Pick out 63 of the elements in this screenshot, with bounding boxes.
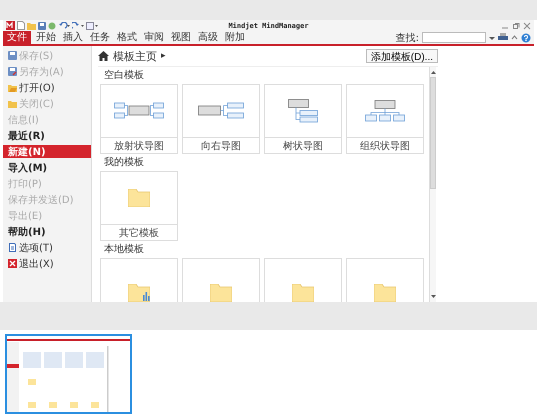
card-label: 向右导图 [183,137,259,153]
card-label: 放射状导图 [101,137,177,153]
folder-icon [128,284,150,302]
template-card[interactable]: 向右导图 [182,84,260,154]
scroll-thumb[interactable] [430,77,436,189]
menu-tab[interactable]: 视图 [169,31,193,44]
collapse-ribbon-icon[interactable] [511,34,518,41]
customize-icon[interactable] [86,22,98,30]
sidebar-item[interactable]: 帮助(H) [3,225,91,238]
sidebar-item[interactable]: 最近(R) [3,129,91,142]
menu-tab[interactable]: 审阅 [142,31,166,44]
breadcrumb-link[interactable]: 模板主页 [113,48,157,64]
restore-icon[interactable] [512,22,520,30]
menu-tab[interactable]: 文件 [3,31,31,44]
section-title: 空白模板 [104,70,145,82]
help-icon[interactable] [521,32,531,42]
menu-tab[interactable]: 任务 [88,31,112,44]
scroll-down-icon[interactable] [430,295,436,299]
scrollbar[interactable] [429,67,436,302]
card-label: 其它模板 [101,224,177,240]
menu-tab[interactable]: 格式 [115,31,139,44]
right-map-icon [198,101,244,121]
add-template-button[interactable]: 添加模板(D)... [366,49,438,63]
folder-icon [8,83,17,92]
scroll-up-icon[interactable] [430,70,436,74]
new-document-icon[interactable] [17,21,25,30]
exit-icon [8,259,17,268]
section-title: 我的模板 [104,157,145,169]
document-icon [8,243,17,252]
template-card[interactable]: 树状导图 [264,84,342,154]
close-icon[interactable] [523,22,532,30]
breadcrumb-arrow[interactable]: ▸ [161,51,166,61]
sidebar-item[interactable]: 退出(X) [3,257,91,270]
section-title: 本地模板 [104,244,145,256]
sidebar-item[interactable]: 新建(N) [3,145,91,158]
card-label: 树状导图 [265,137,341,153]
save-icon [8,51,17,60]
home-icon[interactable] [98,51,109,61]
folder-icon [8,99,17,108]
search-field[interactable] [422,32,486,43]
folder-icon [128,189,150,207]
undo-icon[interactable] [58,22,70,30]
dropdown-arrow-icon[interactable] [489,34,495,40]
sidebar-item[interactable]: 选项(T) [3,241,91,254]
sidebar-item[interactable]: 打开(O) [3,81,91,94]
menu-tab[interactable]: 开始 [34,31,58,44]
template-card[interactable]: 组织状导图 [346,84,424,154]
tree-map-icon [288,99,318,123]
redo-icon[interactable] [72,22,84,30]
template-card[interactable]: 放射状导图 [100,84,178,154]
app-logo-icon[interactable] [6,21,15,30]
sidebar-item[interactable]: 导入(M) [3,161,91,174]
search-label: 查找: [396,32,419,44]
save-icon [8,67,17,76]
printer-icon[interactable] [498,33,508,42]
org-chart-icon [365,100,405,122]
save-icon[interactable] [38,22,46,30]
menu-tab[interactable]: 高级 [196,31,220,44]
card-label: 组织状导图 [347,137,423,153]
menu-tab[interactable]: 插入 [61,31,85,44]
radial-map-icon [114,101,164,121]
template-card[interactable]: 其它模板 [100,171,178,241]
menu-tab[interactable]: 附加 [223,31,247,44]
